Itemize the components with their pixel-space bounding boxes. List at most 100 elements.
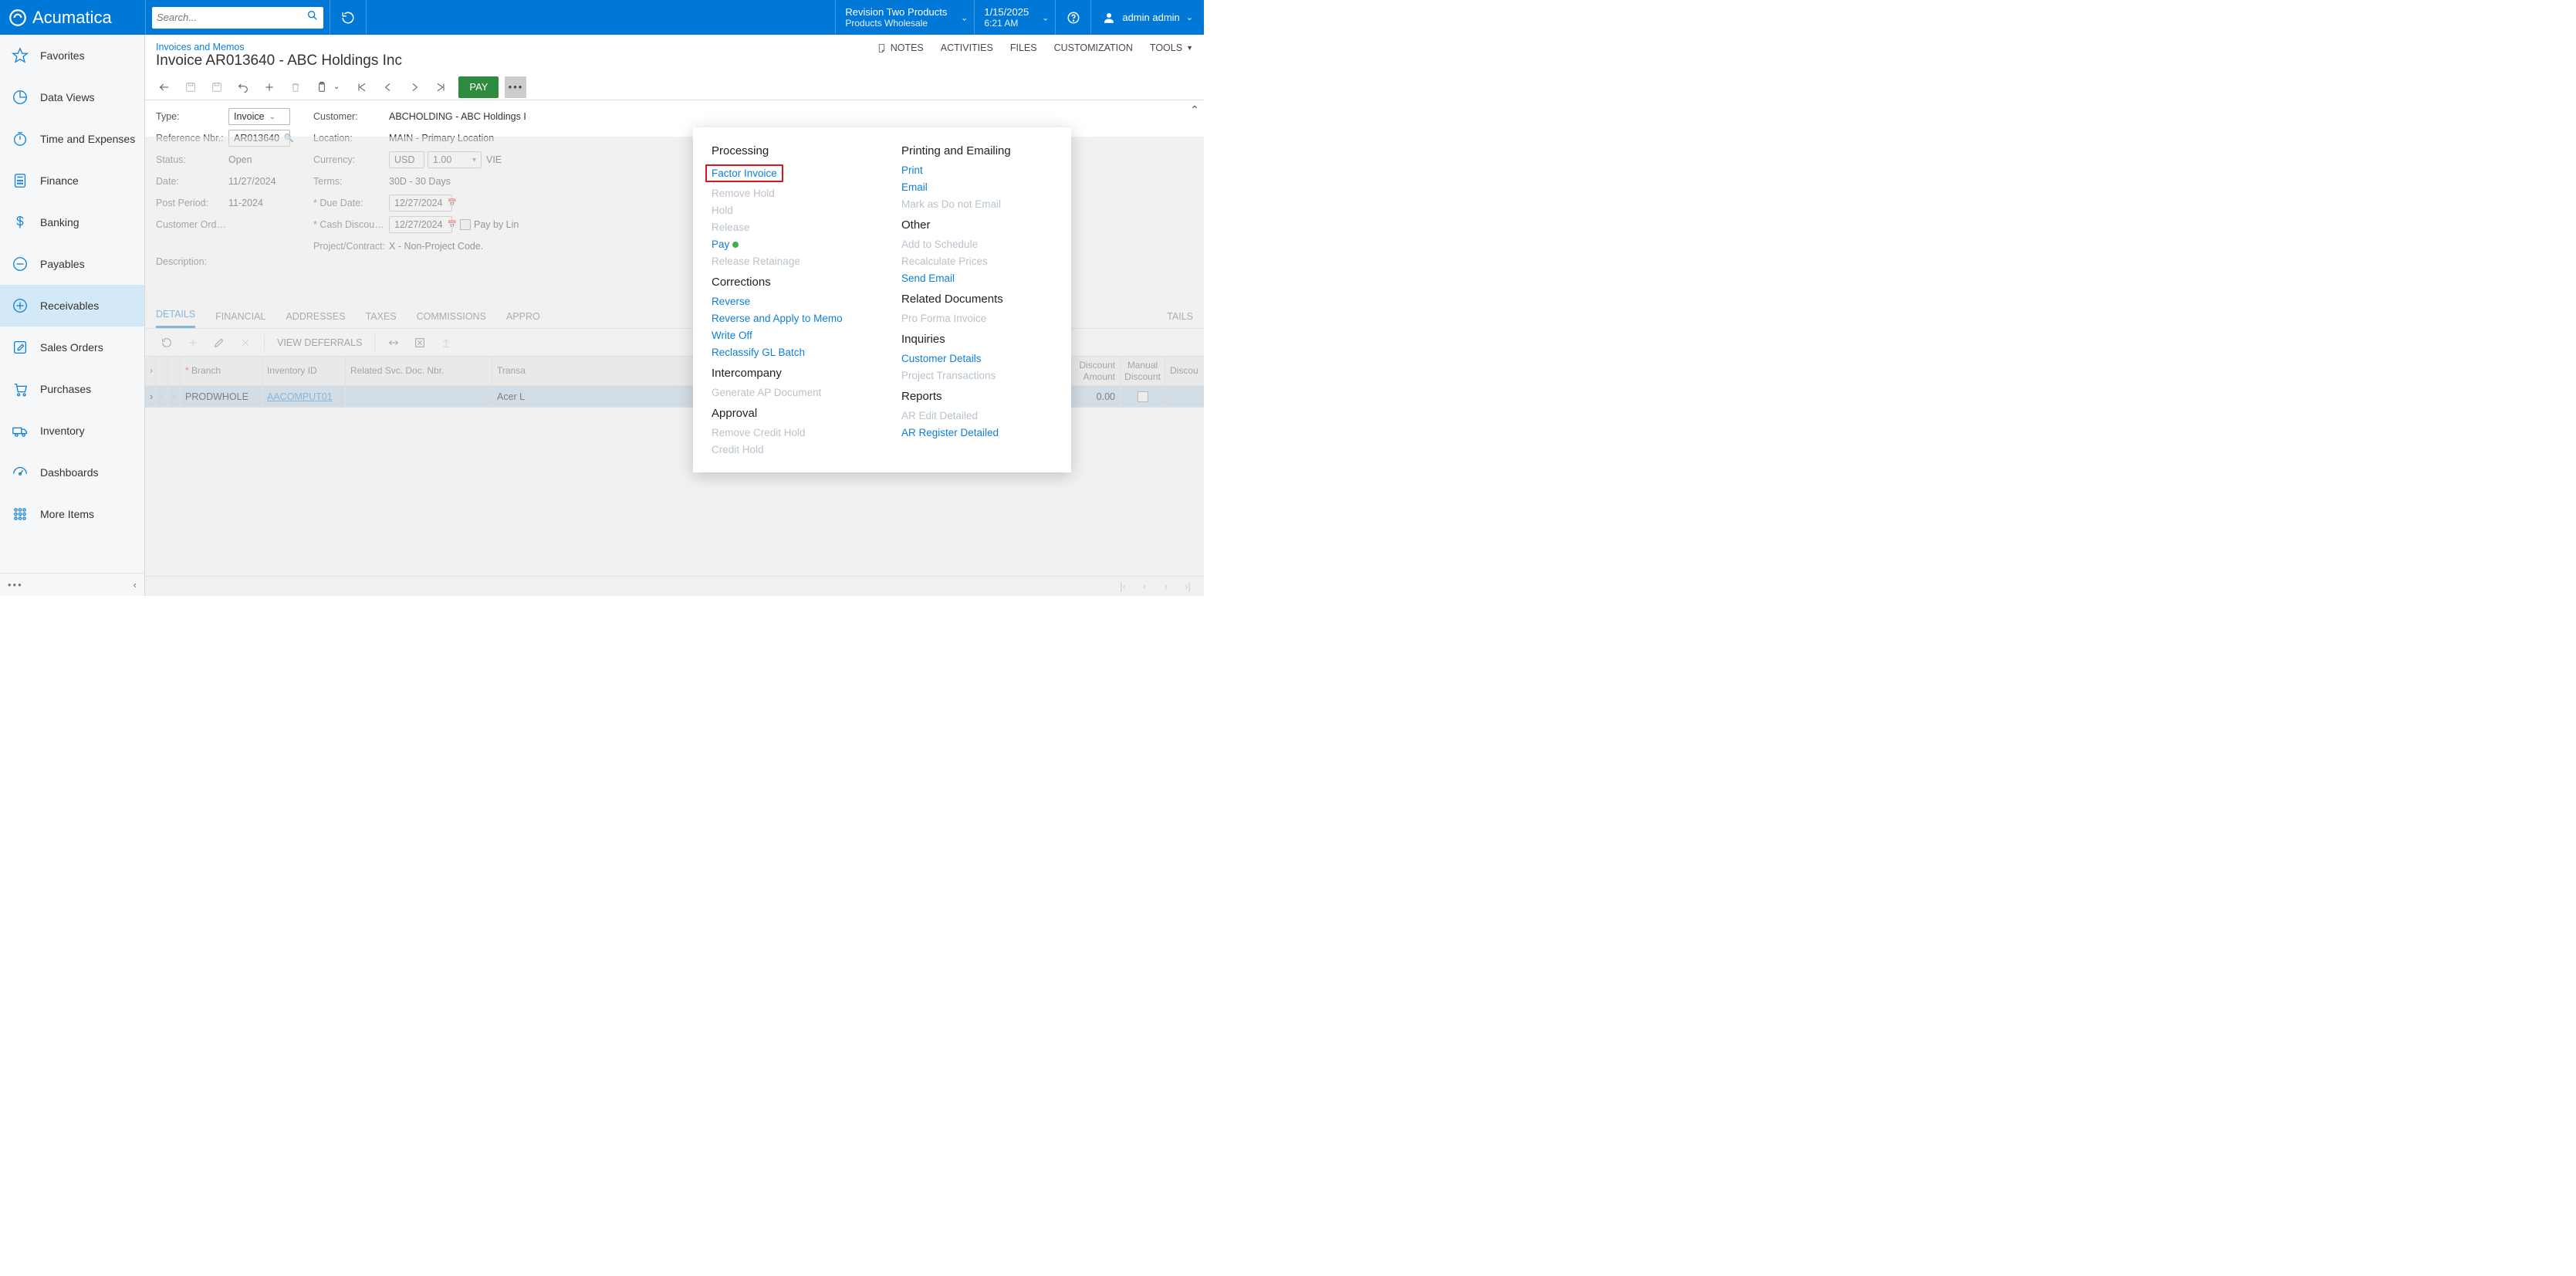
sidebar-item-label: Time and Expenses [40,133,135,145]
dd-write-off[interactable]: Write Off [712,330,863,341]
more-actions-button[interactable]: ••• [505,76,526,98]
collapse-sidebar-icon[interactable]: ‹ [134,579,137,591]
tenant-sub: Products Wholesale [845,18,965,29]
files-link[interactable]: FILES [1010,42,1037,53]
chevron-down-icon: ⌄ [1186,12,1193,22]
dd-head-corrections: Corrections [712,276,863,289]
dd-head-other: Other [901,218,1053,232]
tools-label: TOOLS [1150,42,1182,53]
next-record-button[interactable] [403,76,426,99]
help-button[interactable] [1055,0,1090,35]
sidebar-item-finance[interactable]: Finance [0,160,144,201]
sidebar-item-receivables[interactable]: Receivables [0,285,144,327]
stopwatch-icon [11,130,29,148]
sidebar-item-dashboards[interactable]: Dashboards [0,452,144,493]
dd-release: Release [712,222,863,233]
sidebar-item-label: Payables [40,258,85,270]
back-button[interactable] [153,76,176,99]
sidebar-item-more[interactable]: More Items [0,493,144,535]
type-selector[interactable]: Invoice ⌄ [228,108,290,125]
dd-remove-hold: Remove Hold [712,188,863,199]
calculator-icon [11,171,29,190]
dd-customer-details[interactable]: Customer Details [901,353,1053,364]
customer-value: ABCHOLDING - ABC Holdings I [389,111,526,122]
dd-factor-invoice[interactable]: Factor Invoice [705,164,783,182]
chevron-down-icon[interactable]: ⌄ [333,83,340,91]
add-button[interactable] [258,76,281,99]
pay-button[interactable]: PAY [458,76,499,98]
gauge-icon [11,463,29,482]
dd-generate-ap: Generate AP Document [712,387,863,398]
sidebar-item-payables[interactable]: Payables [0,243,144,285]
sidebar-item-label: Receivables [40,300,99,312]
dd-recalc: Recalculate Prices [901,256,1053,267]
save-close-button[interactable] [179,76,202,99]
sidebar-item-favorites[interactable]: Favorites [0,35,144,76]
dd-send-email[interactable]: Send Email [901,272,1053,284]
undo-button[interactable] [232,76,255,99]
save-button[interactable] [205,76,228,99]
customer-label: Customer: [313,111,389,122]
top-bar: Acumatica Revision Two Products Products… [0,0,1204,35]
clipboard-button[interactable] [310,76,333,99]
sidebar-item-banking[interactable]: Banking [0,201,144,243]
sidebar-item-label: Finance [40,174,79,187]
business-date[interactable]: 1/15/2025 6:21 AM ⌄ [974,0,1055,35]
toolbar: ⌄ PAY ••• [145,74,1204,100]
cart-icon [11,380,29,398]
sidebar-item-inventory[interactable]: Inventory [0,410,144,452]
type-value: Invoice [234,111,265,122]
breadcrumb-link[interactable]: Invoices and Memos [156,42,245,52]
dd-reverse-apply[interactable]: Reverse and Apply to Memo [712,313,863,324]
activities-link[interactable]: ACTIVITIES [941,42,993,53]
page-title: Invoice AR013640 - ABC Holdings Inc [145,52,1204,74]
dd-project-trans: Project Transactions [901,370,1053,381]
prev-record-button[interactable] [377,76,400,99]
sidebar-item-label: Banking [40,216,79,228]
brand-logo-icon [8,8,28,28]
dd-release-retainage: Release Retainage [712,256,863,267]
dd-pay-label: Pay [712,239,729,250]
dd-credit-hold: Credit Hold [712,444,863,455]
sidebar-item-label: Dashboards [40,466,99,479]
sidebar-item-purchases[interactable]: Purchases [0,368,144,410]
chevron-down-icon: ⌄ [269,113,276,121]
dd-reclassify[interactable]: Reclassify GL Batch [712,347,863,358]
customization-link[interactable]: CUSTOMIZATION [1054,42,1133,53]
collapse-form-icon[interactable]: ⌃ [1190,103,1199,117]
tenant-selector[interactable]: Revision Two Products Products Wholesale… [835,0,974,35]
dd-email[interactable]: Email [901,181,1053,193]
apps-grid-icon [11,505,29,523]
type-label: Type: [156,111,228,122]
sidebar-item-data-views[interactable]: Data Views [0,76,144,118]
first-record-button[interactable] [350,76,374,99]
brand-text: Acumatica [32,8,112,28]
more-dots-icon[interactable]: ••• [8,579,23,591]
dd-pay[interactable]: Pay [712,239,863,250]
dd-ar-register[interactable]: AR Register Detailed [901,427,1053,438]
chevron-down-icon: ⌄ [961,12,968,22]
dd-remove-credit-hold: Remove Credit Hold [712,427,863,438]
business-date-value: 1/15/2025 [984,6,1046,18]
refresh-button[interactable] [330,0,367,35]
tools-link[interactable]: TOOLS ▼ [1150,42,1193,53]
main-area: NOTES ACTIVITIES FILES CUSTOMIZATION TOO… [145,35,1204,596]
search-box[interactable] [152,7,323,29]
tenant-name: Revision Two Products [845,6,965,18]
dd-print[interactable]: Print [901,164,1053,176]
search-icon[interactable] [306,9,319,25]
dd-ar-edit: AR Edit Detailed [901,410,1053,421]
notes-link[interactable]: NOTES [877,42,924,53]
last-record-button[interactable] [429,76,452,99]
search-input[interactable] [157,12,306,23]
edit-square-icon [11,338,29,357]
user-menu[interactable]: admin admin ⌄ [1090,0,1204,35]
sidebar-item-sales-orders[interactable]: Sales Orders [0,327,144,368]
delete-button[interactable] [284,76,307,99]
user-name: admin admin [1122,12,1179,23]
dd-head-inquiries: Inquiries [901,333,1053,346]
brand[interactable]: Acumatica [0,0,145,35]
sidebar-item-time-expenses[interactable]: Time and Expenses [0,118,144,160]
dd-reverse[interactable]: Reverse [712,296,863,307]
sidebar-item-label: Sales Orders [40,341,103,354]
